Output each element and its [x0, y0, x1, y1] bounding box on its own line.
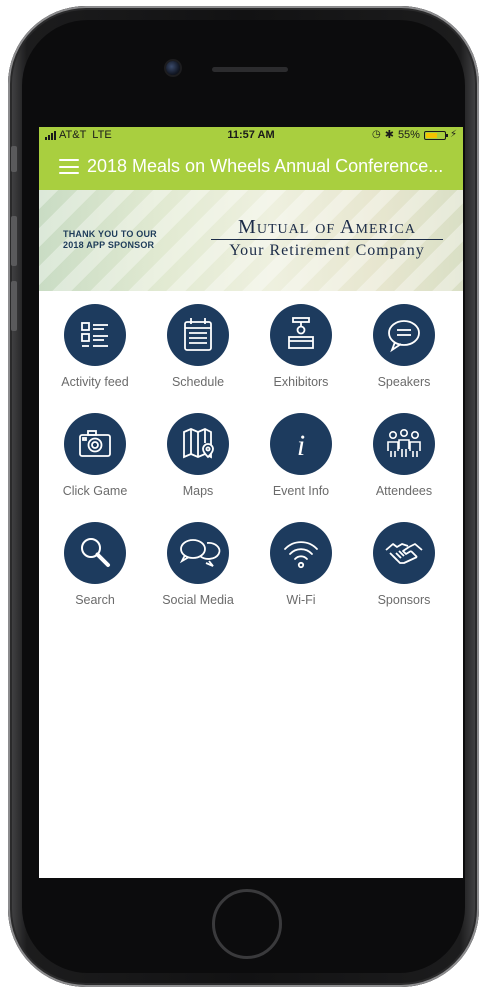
tile-label: Maps: [182, 484, 214, 498]
calendar-icon: [167, 304, 229, 366]
sponsor-thanks-line1: THANK YOU TO OUR: [63, 229, 157, 239]
charging-icon: ⚡: [449, 129, 457, 140]
tile-label: Speakers: [377, 375, 431, 389]
info-icon: i: [270, 413, 332, 475]
tile-label: Schedule: [171, 375, 225, 389]
tile-label: Exhibitors: [273, 375, 329, 389]
wifi-icon: [270, 522, 332, 584]
speech-bubble-icon: [373, 304, 435, 366]
tile-label: Attendees: [375, 484, 433, 498]
alarm-icon: ◷: [371, 129, 381, 140]
map-icon: [167, 413, 229, 475]
camera-icon: [64, 413, 126, 475]
sponsor-banner[interactable]: THANK YOU TO OUR 2018 APP SPONSOR Mutual…: [39, 190, 463, 291]
tile-label: Social Media: [162, 593, 234, 607]
hamburger-icon[interactable]: [59, 159, 79, 174]
status-right: ◷ ✱ 55% ⚡: [372, 127, 457, 143]
search-icon: [64, 522, 126, 584]
handshake-icon: [373, 522, 435, 584]
sponsor-logo: Mutual of America Your Retirement Compan…: [211, 216, 443, 260]
svg-text:i: i: [297, 429, 305, 462]
battery-icon: [423, 130, 448, 140]
mute-switch: [11, 146, 17, 172]
bluetooth-icon: ✱: [384, 129, 394, 141]
sponsor-logo-tagline: Your Retirement Company: [229, 242, 425, 259]
people-icon: [373, 413, 435, 475]
front-camera: [166, 61, 180, 75]
battery-percent: 55%: [397, 129, 420, 141]
sponsor-thanks-text: THANK YOU TO OUR 2018 APP SPONSOR: [63, 229, 157, 251]
app-header: 2018 Meals on Wheels Annual Conference..…: [39, 143, 463, 190]
page-title: 2018 Meals on Wheels Annual Conference..…: [87, 156, 444, 176]
exhibitor-booth-icon: [270, 304, 332, 366]
volume-down-button: [11, 281, 17, 331]
earpiece-speaker: [212, 67, 288, 72]
volume-up-button: [11, 216, 17, 266]
sponsor-thanks-line2: 2018 APP SPONSOR: [63, 240, 155, 250]
home-button[interactable]: [212, 889, 282, 959]
sponsor-logo-rule: [211, 239, 443, 240]
sponsor-logo-name: Mutual of America: [238, 216, 416, 238]
status-bar: AT&T LTE 11:57 AM ◷ ✱ 55% ⚡: [39, 127, 463, 143]
tile-label: Event Info: [272, 484, 330, 498]
app-screen: AT&T LTE 11:57 AM ◷ ✱ 55% ⚡ 2018 Meals o…: [39, 127, 463, 878]
tile-label: Wi-Fi: [286, 593, 316, 607]
activity-feed-icon: [64, 304, 126, 366]
chat-bubbles-icon: [167, 522, 229, 584]
tile-label: Sponsors: [377, 593, 431, 607]
